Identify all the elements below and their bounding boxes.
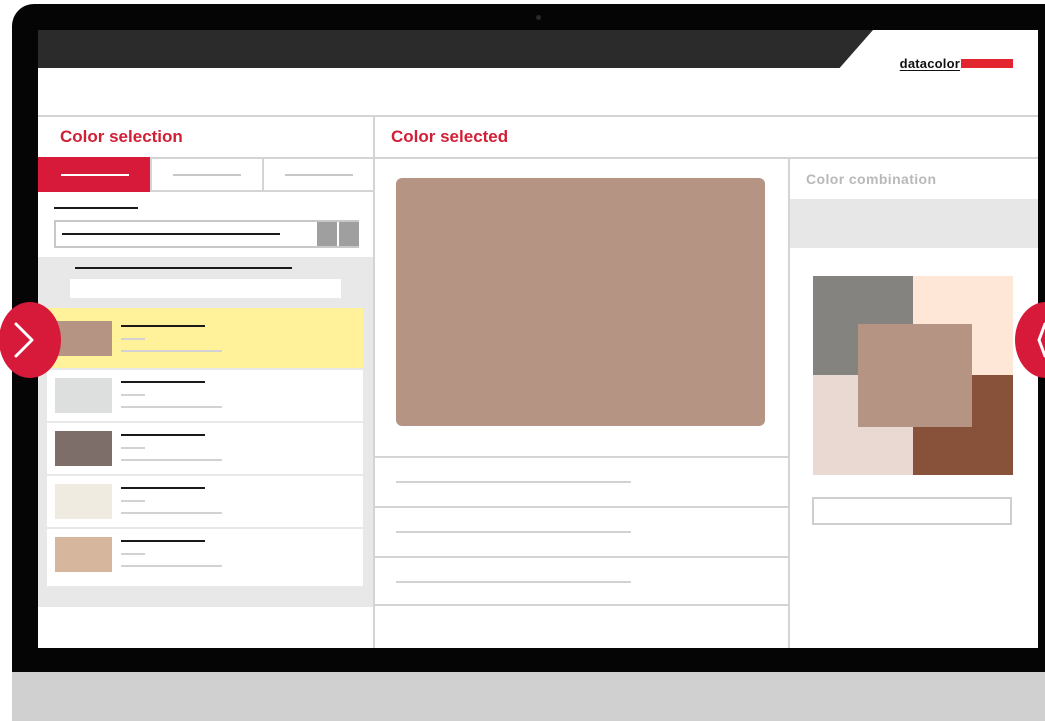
header-divider-top bbox=[38, 115, 1038, 117]
item-2-title bbox=[121, 381, 205, 383]
prev-arrow-button[interactable] bbox=[0, 302, 61, 378]
tab-2-label bbox=[173, 173, 241, 176]
item-1-description bbox=[121, 350, 222, 352]
tab-1[interactable] bbox=[38, 157, 151, 192]
color-list-item-4[interactable] bbox=[47, 476, 363, 527]
list-filter-input[interactable] bbox=[70, 279, 341, 298]
tab-1-label bbox=[60, 173, 129, 176]
tab-2[interactable] bbox=[150, 157, 264, 192]
item-1-title bbox=[121, 325, 205, 327]
item-5-description bbox=[121, 565, 222, 567]
color-swatch-4 bbox=[55, 484, 112, 519]
detail-divider-1 bbox=[375, 456, 788, 458]
detail-divider-2 bbox=[375, 506, 788, 508]
color-selected-title: Color selected bbox=[391, 127, 509, 146]
color-list-item-2[interactable] bbox=[47, 370, 363, 421]
color-list-item-3[interactable] bbox=[47, 423, 363, 474]
next-arrow-button[interactable] bbox=[1015, 302, 1045, 378]
color-swatch-5 bbox=[55, 537, 112, 572]
color-selection-title: Color selection bbox=[60, 127, 183, 146]
list-heading bbox=[75, 267, 292, 269]
item-2-description bbox=[121, 406, 222, 408]
tab-3[interactable] bbox=[262, 157, 375, 192]
detail-row-3 bbox=[396, 581, 631, 583]
column-divider-left bbox=[373, 116, 375, 648]
color-swatch-2 bbox=[55, 378, 112, 413]
item-4-code bbox=[121, 500, 145, 502]
selected-color-preview bbox=[396, 178, 765, 426]
combination-name-input[interactable] bbox=[812, 497, 1012, 525]
filter-button[interactable] bbox=[339, 222, 359, 246]
chevron-right-icon bbox=[14, 322, 34, 358]
brand-name: datacolor bbox=[899, 56, 960, 71]
webcam bbox=[536, 15, 541, 20]
monitor-chin bbox=[12, 672, 1045, 721]
combination-toolbar bbox=[790, 199, 1038, 248]
top-bar bbox=[38, 30, 873, 68]
brand-logo: datacolor bbox=[900, 56, 1013, 71]
detail-divider-3 bbox=[375, 556, 788, 558]
tab-3-label bbox=[284, 173, 353, 176]
brand-bar bbox=[961, 59, 1013, 68]
color-swatch-3 bbox=[55, 431, 112, 466]
item-4-title bbox=[121, 487, 205, 489]
chevron-left-icon bbox=[1037, 322, 1045, 358]
color-swatch-1 bbox=[55, 321, 112, 356]
color-list-item-1[interactable] bbox=[47, 308, 363, 368]
item-4-description bbox=[121, 512, 222, 514]
app-screen: datacolor Color selection Color selected bbox=[38, 30, 1038, 648]
item-3-title bbox=[121, 434, 205, 436]
combination-swatch-center bbox=[858, 324, 972, 427]
item-2-code bbox=[121, 394, 145, 396]
search-label bbox=[54, 207, 138, 209]
item-1-code bbox=[121, 338, 145, 340]
detail-row-1 bbox=[396, 481, 631, 483]
item-3-code bbox=[121, 447, 145, 449]
color-list-item-5[interactable] bbox=[47, 529, 363, 586]
item-5-code bbox=[121, 553, 145, 555]
item-5-title bbox=[121, 540, 205, 542]
search-value bbox=[62, 233, 280, 235]
detail-divider-4 bbox=[375, 604, 788, 606]
detail-row-2 bbox=[396, 531, 631, 533]
color-combination-title: Color combination bbox=[806, 171, 937, 187]
search-button[interactable] bbox=[317, 222, 337, 246]
item-3-description bbox=[121, 459, 222, 461]
